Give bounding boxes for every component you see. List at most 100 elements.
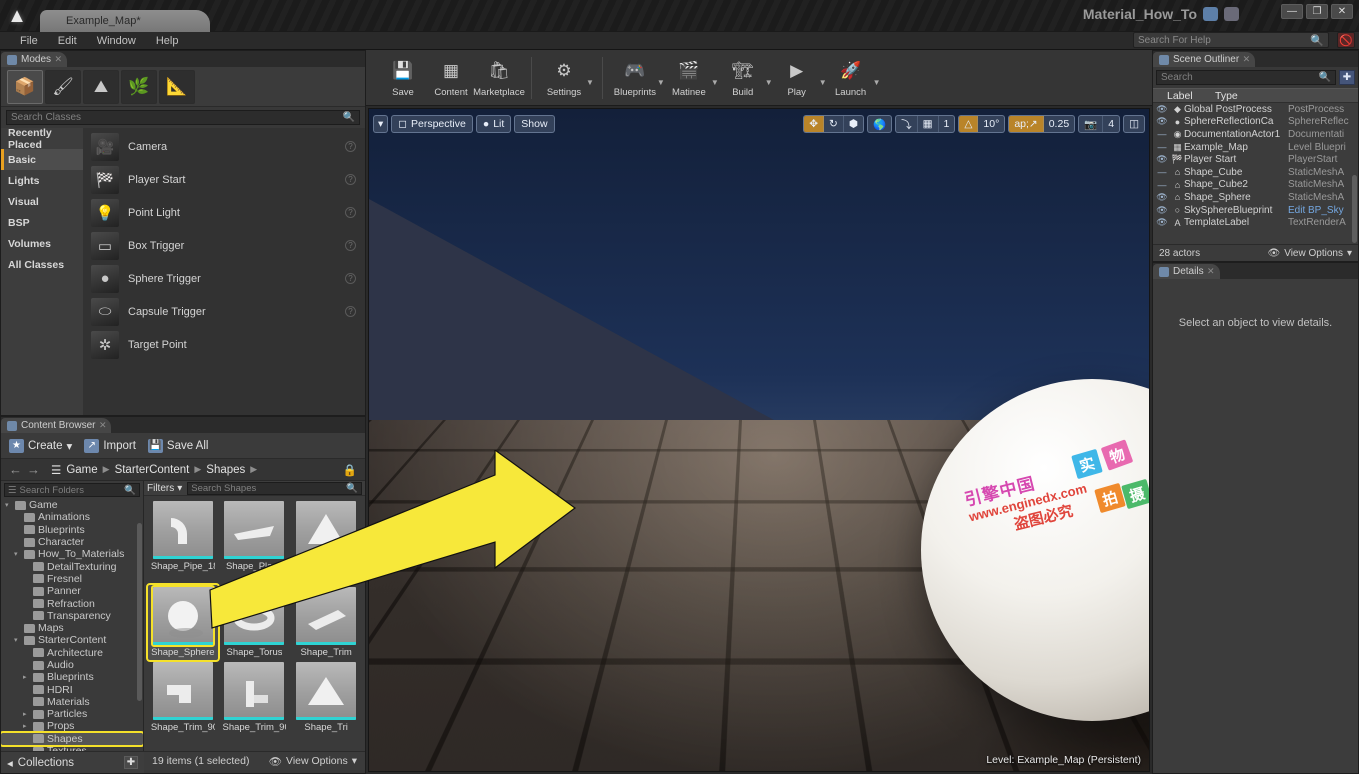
close-icon[interactable]: ✕ xyxy=(1207,266,1215,277)
outliner-row[interactable]: — ⌂ Shape_Cube2 StaticMeshA xyxy=(1153,179,1358,192)
camera-speed-icon[interactable]: 📷 xyxy=(1079,116,1104,132)
chevron-down-icon[interactable]: ▼ xyxy=(873,68,881,87)
camera-speed-value[interactable]: 4 xyxy=(1103,116,1119,132)
placeable-camera[interactable]: 🎥 Camera ? xyxy=(83,130,365,163)
asset-cell[interactable]: Shape_Quad Pyramid xyxy=(291,499,361,585)
help-block-icon[interactable]: 🚫 xyxy=(1337,32,1355,48)
outliner-row[interactable]: 👁 ● SphereReflectionCa SphereReflec xyxy=(1153,116,1358,129)
toolbar-launch-button[interactable]: 🚀 Launch xyxy=(827,54,875,101)
perspective-button[interactable]: ◻ Perspective xyxy=(391,115,473,133)
disclosure-icon[interactable]: ▾ xyxy=(14,636,21,644)
outliner-scrollbar[interactable] xyxy=(1352,175,1357,243)
folder-row[interactable]: Audio xyxy=(1,659,143,671)
chevron-down-icon[interactable]: ▼ xyxy=(819,68,827,87)
asset-cell[interactable]: Shape_Trim xyxy=(291,585,361,660)
grid-snap-icon[interactable]: ▦ xyxy=(918,116,939,132)
disclosure-icon[interactable]: ▾ xyxy=(5,501,12,509)
actor-type[interactable]: Edit BP_Sky xyxy=(1288,205,1358,216)
collections-bar[interactable]: ◂ Collections ✚ xyxy=(1,751,144,773)
chevron-down-icon[interactable]: ▼ xyxy=(765,68,773,87)
folder-row[interactable]: ▸ Props xyxy=(1,720,143,732)
help-icon[interactable]: ? xyxy=(345,273,356,284)
tab-scene-outliner[interactable]: Scene Outliner ✕ xyxy=(1153,52,1256,67)
add-actor-button[interactable]: ✚ xyxy=(1339,70,1355,85)
filters-button[interactable]: Filters ▾ xyxy=(147,483,182,494)
chevron-down-icon[interactable]: ▼ xyxy=(657,68,665,87)
scene-outliner-search-input[interactable]: Search 🔍 xyxy=(1156,70,1336,85)
folder-row[interactable]: Textures xyxy=(1,745,143,751)
level-viewport[interactable]: 引擎中国 www.enginedx.com 盗图必究 实 物 拍 摄 ▾ ◻ P… xyxy=(368,108,1150,772)
asset-cell[interactable]: Shape_Plane xyxy=(220,499,290,585)
maximize-button[interactable]: ❐ xyxy=(1306,4,1328,19)
unreal-logo-icon[interactable]: ▲ xyxy=(0,1,34,31)
toolbar-matinee-button[interactable]: 🎬 Matinee xyxy=(665,54,713,101)
folder-row[interactable]: ▾ Game xyxy=(1,499,143,511)
disclosure-icon[interactable]: ▸ xyxy=(23,673,30,681)
visibility-eye-icon[interactable]: — xyxy=(1153,129,1171,139)
placeable-player-start[interactable]: 🏁 Player Start ? xyxy=(83,163,365,196)
close-icon[interactable]: ✕ xyxy=(54,54,62,65)
toolbar-settings-button[interactable]: ⚙ Settings xyxy=(540,54,588,101)
foliage-mode-icon[interactable]: 🌿 xyxy=(121,69,157,104)
folder-row[interactable]: Materials xyxy=(1,696,143,708)
visibility-eye-icon[interactable]: 👁 xyxy=(1153,217,1171,228)
visibility-eye-icon[interactable]: — xyxy=(1153,180,1171,190)
chat-icon[interactable] xyxy=(1203,7,1218,21)
folder-row[interactable]: Blueprints xyxy=(1,524,143,536)
category-bsp[interactable]: BSP xyxy=(1,212,83,233)
folder-row[interactable]: Animations xyxy=(1,511,143,523)
folder-row[interactable]: Transparency xyxy=(1,610,143,622)
breadcrumb-startercontent[interactable]: StarterContent xyxy=(115,464,190,476)
outliner-row[interactable]: 👁 ○ SkySphereBlueprint Edit BP_Sky xyxy=(1153,204,1358,217)
forward-button[interactable]: → xyxy=(27,462,40,477)
translate-gizmo-icon[interactable]: ✥ xyxy=(804,116,825,132)
outliner-row[interactable]: 👁 ◆ Global PostProcess PostProcess xyxy=(1153,103,1358,116)
scale-gizmo-icon[interactable]: ⬢ xyxy=(844,116,863,132)
tab-modes[interactable]: Modes ✕ xyxy=(1,52,68,67)
minimize-button[interactable]: — xyxy=(1281,4,1303,19)
toolbar-build-button[interactable]: 🏗 Build xyxy=(719,54,767,101)
folder-row[interactable]: ▸ Particles xyxy=(1,708,143,720)
folder-row[interactable]: ▸ Blueprints xyxy=(1,671,143,683)
search-classes-input[interactable]: Search Classes 🔍 xyxy=(6,110,360,125)
rotation-snap-value[interactable]: 10° xyxy=(978,116,1004,132)
category-lights[interactable]: Lights xyxy=(1,170,83,191)
visibility-eye-icon[interactable]: — xyxy=(1153,167,1171,177)
menu-edit[interactable]: Edit xyxy=(48,34,87,48)
viewport-options-button[interactable]: ▾ xyxy=(373,115,389,133)
toolbar-marketplace-button[interactable]: 🛍 Marketplace xyxy=(473,54,525,101)
menu-window[interactable]: Window xyxy=(87,34,146,48)
column-label[interactable]: Label xyxy=(1153,90,1215,102)
folder-row[interactable]: Panner xyxy=(1,585,143,597)
folder-row[interactable]: ▾ How_To_Materials xyxy=(1,548,143,560)
folder-search-input[interactable]: ☰ Search Folders 🔍 xyxy=(4,483,140,497)
surface-snap-icon[interactable]: ⤵ xyxy=(896,116,918,132)
outliner-row[interactable]: — ◉ DocumentationActor1 Documentati xyxy=(1153,128,1358,141)
disclosure-icon[interactable]: ▸ xyxy=(23,710,30,718)
category-visual[interactable]: Visual xyxy=(1,191,83,212)
user-icon[interactable] xyxy=(1224,7,1239,21)
toolbar-save-button[interactable]: 💾 Save xyxy=(379,54,427,101)
breadcrumb-shapes[interactable]: Shapes xyxy=(206,464,245,476)
disclosure-icon[interactable]: ▾ xyxy=(14,550,21,558)
menu-file[interactable]: File xyxy=(10,34,48,48)
visibility-eye-icon[interactable]: 👁 xyxy=(1153,192,1171,203)
asset-cell[interactable]: Shape_Sphere xyxy=(146,583,220,662)
placeable-point-light[interactable]: 💡 Point Light ? xyxy=(83,196,365,229)
help-icon[interactable]: ? xyxy=(345,240,356,251)
folder-row[interactable]: Character xyxy=(1,536,143,548)
close-icon[interactable]: ✕ xyxy=(1243,54,1251,65)
asset-cell[interactable]: Shape_Trim_90_ xyxy=(148,660,218,735)
disclosure-icon[interactable]: ▸ xyxy=(23,722,30,730)
level-tab[interactable]: Example_Map* xyxy=(40,10,210,32)
folder-row[interactable]: Architecture xyxy=(1,647,143,659)
category-volumes[interactable]: Volumes xyxy=(1,233,83,254)
placeable-target-point[interactable]: ✲ Target Point xyxy=(83,328,365,361)
create-button[interactable]: ★ Create ▾ xyxy=(9,438,72,453)
category-recently-placed[interactable]: Recently Placed xyxy=(1,127,83,151)
asset-cell[interactable]: Shape_Pipe_180 xyxy=(148,499,218,585)
paint-mode-icon[interactable]: 🖌 xyxy=(45,69,81,104)
place-mode-icon[interactable]: 📦 xyxy=(7,69,43,104)
toolbar-blueprints-button[interactable]: 🎮 Blueprints xyxy=(611,54,659,101)
outliner-row[interactable]: 👁 A TemplateLabel TextRenderA xyxy=(1153,216,1358,229)
